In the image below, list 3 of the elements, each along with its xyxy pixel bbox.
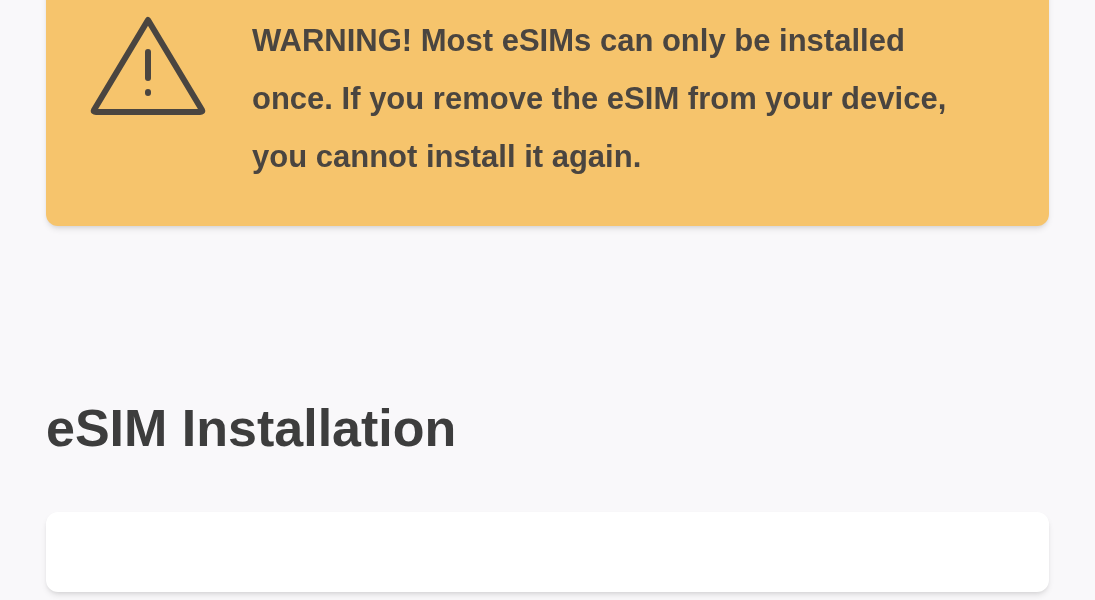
- warning-text: WARNING! Most eSIMs can only be installed once. If you remove the eSIM from your device, you cannot install it again.: [252, 22, 948, 176]
- section-title: eSIM Installation: [46, 398, 458, 459]
- warning-icon: [90, 16, 206, 116]
